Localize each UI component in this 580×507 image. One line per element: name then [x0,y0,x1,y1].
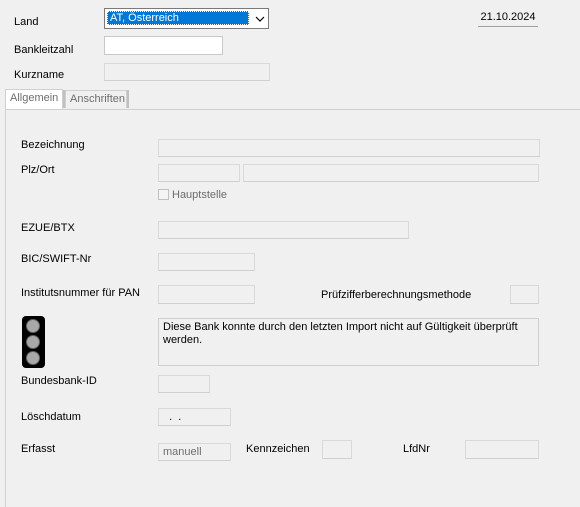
bundesbank-input[interactable] [158,375,210,393]
ort-input[interactable] [243,164,539,182]
kurzname-label: Kurzname [14,69,65,81]
tab-allgemein[interactable]: Allgemein [5,89,63,109]
hauptstelle-label: Hauptstelle [172,189,228,201]
bezeichnung-label: Bezeichnung [21,139,85,151]
tab-divider [127,90,129,108]
lfdnr-label: LfdNr [403,443,430,455]
erfasst-label: Erfasst [21,443,56,455]
bankleitzahl-label: Bankleitzahl [14,44,74,56]
bankleitzahl-input[interactable] [104,36,223,55]
bic-input[interactable] [158,253,255,271]
kennzeichen-input[interactable] [322,440,352,459]
traffic-light-yellow [26,335,40,349]
land-select-value: AT, Österreich [107,11,249,25]
pruefziffer-label: Prüfzifferberechnungsmethode [321,289,472,301]
kurzname-input[interactable] [104,63,270,81]
bic-label: BIC/SWIFT-Nr [21,253,92,265]
loeschdatum-label: Löschdatum [21,411,81,423]
erfasst-input[interactable]: manuell [158,443,231,461]
hauptstelle-checkbox[interactable] [158,189,169,200]
pruefziffer-input[interactable] [510,285,539,304]
traffic-light-green [26,351,40,365]
plzort-label: Plz/Ort [21,164,55,176]
traffic-light-icon [22,316,45,368]
ezue-input[interactable] [158,221,409,239]
land-label: Land [14,16,39,28]
bezeichnung-input[interactable] [158,139,540,157]
institut-input[interactable] [158,285,255,304]
traffic-light-red [26,319,40,333]
bundesbank-label: Bundesbank-ID [21,375,97,387]
plz-input[interactable] [158,164,240,182]
land-select[interactable]: AT, Österreich [104,8,269,29]
chevron-down-icon[interactable] [251,9,268,28]
kennzeichen-label: Kennzeichen [246,443,310,455]
ezue-label: EZUE/BTX [21,222,75,234]
lfdnr-input[interactable] [465,440,539,459]
institut-label: Institutsnummer für PAN [21,287,140,299]
loeschdatum-input[interactable]: . . [158,408,231,426]
status-message: Diese Bank konnte durch den letzten Impo… [158,318,539,366]
date-display: 21.10.2024 [478,10,538,27]
tab-anschriften[interactable]: Anschriften [65,90,127,108]
